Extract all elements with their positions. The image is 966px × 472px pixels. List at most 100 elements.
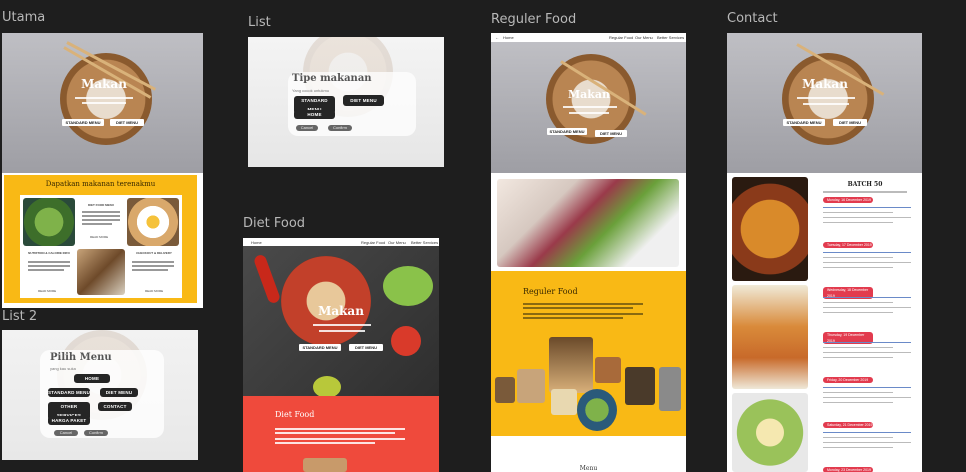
salad-photo xyxy=(732,393,808,472)
chili-image xyxy=(252,253,282,305)
diet-menu-button[interactable]: DIET MENU xyxy=(343,95,384,106)
home-button[interactable]: HOME xyxy=(74,374,110,383)
schedule-text-line xyxy=(823,447,893,448)
cancel-button[interactable]: Cancel xyxy=(296,125,318,131)
frame-diet[interactable]: Home Regular Food Our Menu Better Servic… xyxy=(243,238,439,472)
food-bowl-image xyxy=(782,53,874,145)
cancel-button[interactable]: Cancel xyxy=(54,430,78,436)
card-title-nutrition: NUTRITION & CALORIE INFO xyxy=(28,251,70,255)
nav-services-link[interactable]: Better Services xyxy=(411,240,438,245)
reguler-section: Reguler Food xyxy=(491,271,686,436)
diet-text-line xyxy=(275,438,405,440)
read-more-link[interactable]: READ MORE xyxy=(90,235,108,239)
skewer-photo xyxy=(732,285,808,389)
frame-contact[interactable]: Makan STANDARD MENU DIET MENU BATCH 50 M… xyxy=(727,33,922,472)
frame-list[interactable]: Tipe makanan Yang cocok untukmu STANDARD… xyxy=(248,37,444,167)
contact-hero: Makan STANDARD MENU DIET MENU xyxy=(727,33,922,173)
batch-subtitle-line xyxy=(823,191,907,193)
schedule-date-tag: Tuesday, 17 December 2019 xyxy=(823,242,873,248)
card-text-line xyxy=(132,269,168,271)
diet-menu-button[interactable]: DIET MENU xyxy=(110,119,144,126)
card-title-checkout: CHECKOUT & DELIVERY xyxy=(136,251,172,255)
frame-label-utama: Utama xyxy=(2,10,46,25)
nav-regular-link[interactable]: Regular Food xyxy=(609,35,633,40)
schedule-text-line xyxy=(823,347,893,348)
schedule-text-line xyxy=(823,357,893,358)
frame-utama[interactable]: Makan STANDARD MENU DIET MENU Dapatkan m… xyxy=(2,33,203,308)
read-more-link[interactable]: READ MORE xyxy=(145,289,163,293)
frame-list2[interactable]: Pilih Menu yang kau suka HOME STANDARD M… xyxy=(2,330,198,460)
diet-menu-button[interactable]: DIET MENU xyxy=(833,119,867,126)
harga-paket-button[interactable]: HARGA PAKET xyxy=(48,416,90,425)
diet-menu-button[interactable]: DIET MENU xyxy=(100,388,138,397)
hero-text-line xyxy=(803,103,849,105)
standard-menu-button[interactable]: STANDARD MENU xyxy=(547,128,587,135)
schedule-text-line xyxy=(823,207,911,208)
batch-title: BATCH 50 xyxy=(847,181,883,188)
nav-home-link[interactable]: Home xyxy=(503,35,514,40)
schedule-text-line xyxy=(823,397,911,398)
collage-photo xyxy=(549,337,593,393)
card-text-line xyxy=(132,265,174,267)
card-text-line xyxy=(82,211,120,213)
schedule-text-line xyxy=(823,252,911,253)
schedule-date-tag: Friday, 20 December 2019 xyxy=(823,377,873,383)
card-text-line xyxy=(82,219,120,221)
nav-menu-link[interactable]: Our Menu xyxy=(388,240,406,245)
card-text-line xyxy=(82,215,120,217)
list2-title: Pilih Menu xyxy=(50,352,112,363)
schedule-text-line xyxy=(823,342,911,343)
schedule-date-tag: Monday, 16 December 2019 xyxy=(823,197,873,203)
nav-home-link[interactable]: Home xyxy=(251,240,262,245)
contact-button[interactable]: CONTACT xyxy=(98,402,132,411)
schedule-text-line xyxy=(823,432,911,433)
card-text-line xyxy=(82,223,112,225)
frame-label-contact: Contact xyxy=(727,11,778,26)
schedule-text-line xyxy=(823,352,911,353)
hero-title: Makan xyxy=(802,77,848,91)
read-more-link[interactable]: READ MORE xyxy=(38,289,56,293)
collage-photo xyxy=(517,369,545,403)
home-button[interactable]: HOME xyxy=(294,110,335,119)
schedule-text-line xyxy=(823,302,893,303)
diet-text-line xyxy=(275,428,405,430)
diet-text-line xyxy=(275,432,395,434)
standard-menu-button[interactable]: STANDARD MENU xyxy=(48,388,90,397)
diet-text-line xyxy=(275,442,375,444)
reguler-footer-title: Menu xyxy=(579,465,598,472)
standard-menu-button[interactable]: STANDARD MENU xyxy=(62,119,104,126)
collage-photo xyxy=(625,367,655,405)
schedule-text-line xyxy=(823,307,911,308)
standard-menu-button[interactable]: STANDARD MENU xyxy=(783,119,825,126)
hero-text-line xyxy=(797,97,855,99)
hero-text-line xyxy=(75,97,133,99)
collage-photo xyxy=(495,377,515,403)
confirm-button[interactable]: Confirm xyxy=(328,125,352,131)
nav-regular-link[interactable]: Regular Food xyxy=(361,240,385,245)
schedule-text-line xyxy=(823,257,893,258)
schedule-text-line xyxy=(823,442,911,443)
confirm-button[interactable]: Confirm xyxy=(84,430,108,436)
nav-back-link[interactable]: ← xyxy=(495,35,499,40)
lettuce-image xyxy=(383,266,433,306)
collage-photo xyxy=(595,357,621,383)
reguler-section-title: Reguler Food xyxy=(523,287,578,296)
collage-photo xyxy=(577,389,617,431)
diet-hero: Makan STANDARD MENU DIET MENU xyxy=(243,246,439,398)
reguler-hero: Makan STANDARD MENU DIET MENU xyxy=(491,42,686,173)
schedule-date-tag: Monday, 23 December 2019 xyxy=(823,467,873,472)
hero-title: Makan xyxy=(318,304,364,318)
promo-panel: DIET FOOD MENU READ MORE NUTRITION & CAL… xyxy=(20,195,182,298)
list-subtitle: Yang cocok untukmu xyxy=(292,88,330,93)
frame-reguler[interactable]: ← Home Regular Food Our Menu Better Serv… xyxy=(491,33,686,472)
nav-menu-link[interactable]: Our Menu xyxy=(635,35,653,40)
card-text-line xyxy=(28,265,70,267)
schedule-text-line xyxy=(823,312,893,313)
diet-menu-button[interactable]: DIET MENU xyxy=(595,130,627,137)
nav-services-link[interactable]: Better Services xyxy=(657,35,684,40)
standard-menu-button[interactable]: STANDARD MENU xyxy=(299,344,341,351)
diet-menu-button[interactable]: DIET MENU xyxy=(349,344,383,351)
list2-subtitle: yang kau suka xyxy=(50,366,76,371)
frame-label-diet: Diet Food xyxy=(243,216,306,231)
schedule-text-line xyxy=(823,222,893,223)
